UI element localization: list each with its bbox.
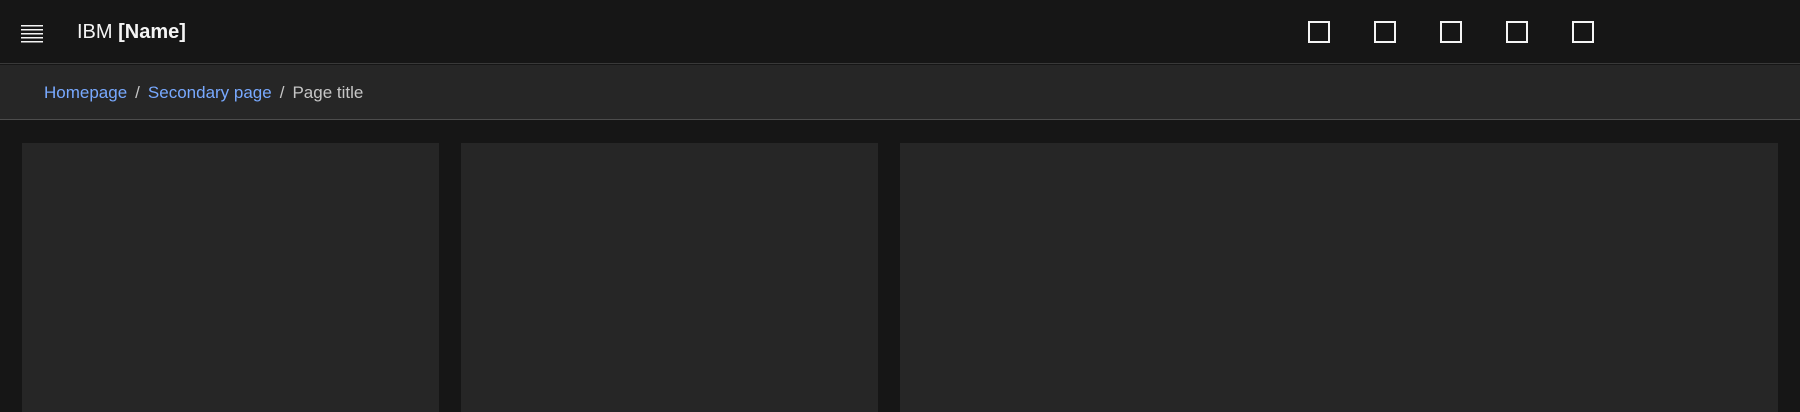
breadcrumb-bar: Homepage / Secondary page / Page title bbox=[0, 65, 1800, 120]
brand-prefix: IBM bbox=[77, 21, 119, 43]
brand-name[interactable]: IBM [Name] bbox=[77, 19, 186, 45]
breadcrumb-separator: / bbox=[279, 83, 285, 102]
content-tile-3 bbox=[900, 143, 1778, 412]
square-icon bbox=[1440, 21, 1462, 43]
square-icon bbox=[1506, 21, 1528, 43]
header-action-1[interactable] bbox=[1308, 21, 1330, 43]
content-tile-2 bbox=[461, 143, 878, 412]
header-action-5[interactable] bbox=[1572, 21, 1594, 43]
brand-product-name: [Name] bbox=[118, 21, 186, 43]
content-tile-1 bbox=[22, 143, 439, 412]
menu-button[interactable] bbox=[17, 17, 49, 49]
square-icon bbox=[1374, 21, 1396, 43]
breadcrumb-link-secondary-page[interactable]: Secondary page bbox=[148, 83, 272, 102]
breadcrumb: Homepage / Secondary page / Page title bbox=[44, 83, 363, 103]
square-icon bbox=[1308, 21, 1330, 43]
hamburger-menu-icon bbox=[17, 17, 49, 49]
header-action-3[interactable] bbox=[1440, 21, 1462, 43]
header-action-2[interactable] bbox=[1374, 21, 1396, 43]
breadcrumb-link-homepage[interactable]: Homepage bbox=[44, 83, 127, 102]
header-action-4[interactable] bbox=[1506, 21, 1528, 43]
square-icon bbox=[1572, 21, 1594, 43]
breadcrumb-separator: / bbox=[135, 83, 140, 102]
breadcrumb-current-page: Page title bbox=[292, 83, 364, 102]
app-header: IBM [Name] bbox=[0, 0, 1800, 64]
